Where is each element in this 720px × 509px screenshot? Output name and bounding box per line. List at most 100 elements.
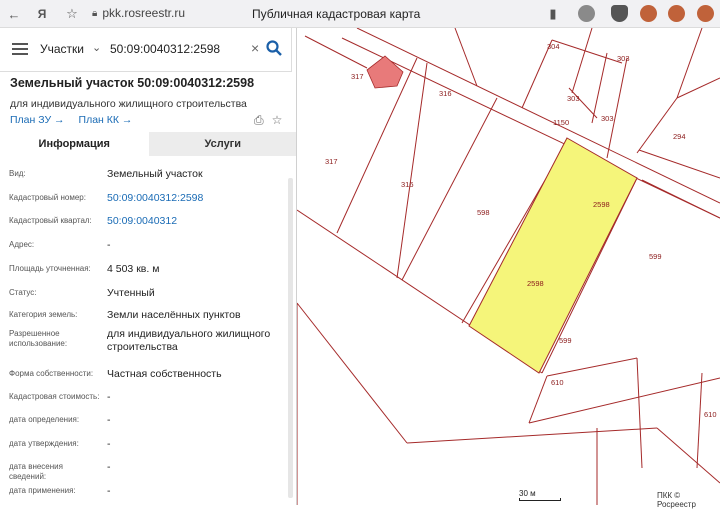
info-label: Адрес:	[9, 240, 35, 249]
info-label: Статус:	[9, 288, 37, 297]
parcel-label: 316	[439, 89, 452, 98]
info-value: для индивидуального жилищного строительс…	[107, 328, 271, 353]
scrollbar[interactable]	[288, 178, 293, 498]
info-value: Частная собственность	[107, 368, 222, 380]
scale-bar	[519, 498, 561, 501]
info-row: Категория земель: Земли населённых пункт…	[0, 304, 288, 324]
browser-toolbar: ← Я ☆ 🔒︎ pkk.rosreestr.ru Публичная када…	[0, 0, 720, 28]
page-title: Публичная кадастровая карта	[252, 7, 421, 21]
star-icon[interactable]: ☆	[272, 113, 283, 128]
info-label: Площадь уточненная:	[9, 264, 91, 273]
back-arrow-icon[interactable]: ←	[6, 6, 22, 22]
star-icon[interactable]: ☆	[64, 6, 80, 22]
parcel-purpose: для индивидуального жилищного строительс…	[10, 98, 247, 110]
parcel-label: 317	[351, 72, 364, 81]
parcel-label: 599	[559, 336, 572, 345]
info-row: Кадастровый квартал: 50:09:0040312	[0, 209, 288, 233]
copyright: ПКК © Росреестр	[657, 491, 696, 509]
url-text: pkk.rosreestr.ru	[102, 6, 186, 20]
cadastral-number-link[interactable]: 50:09:0040312:2598	[107, 192, 285, 205]
info-list: Вид: Земельный участок Кадастровый номер…	[0, 162, 288, 503]
cadastral-map[interactable]: 304 303 317 316 303 1150 303 294 317 316…	[297, 28, 720, 509]
info-value: 4 503 кв. м	[107, 263, 160, 275]
search-icon[interactable]	[265, 39, 283, 57]
parcel-label: 304	[547, 42, 560, 51]
print-icon[interactable]: ⎙	[254, 113, 264, 128]
tabs: Информация Услуги	[0, 132, 296, 156]
info-row: Вид: Земельный участок	[0, 162, 288, 186]
info-value: -	[107, 414, 111, 426]
scale-label: 30 м	[519, 489, 536, 498]
info-value: -	[107, 438, 111, 450]
parcel-label: 598	[477, 208, 490, 217]
info-label: дата утверждения:	[9, 439, 79, 448]
info-value: -	[107, 391, 111, 403]
info-label: дата применения:	[9, 486, 76, 495]
info-label: Вид:	[9, 169, 26, 178]
lock-icon: 🔒︎	[92, 7, 98, 19]
plan-kk-link[interactable]: План КК →	[79, 114, 133, 126]
parcel-label: 599	[649, 252, 662, 261]
info-label: дата определения:	[9, 415, 80, 424]
parcel-label: 317	[325, 157, 338, 166]
search-input[interactable]: 50:09:0040312:2598	[110, 42, 220, 56]
extension-icon[interactable]	[640, 5, 657, 22]
info-row: Разрешенное использование: для индивидуа…	[0, 324, 288, 362]
parcel-boundaries	[297, 28, 720, 505]
parcel-actions: ⎙ ☆	[254, 113, 282, 128]
info-label: Категория земель:	[9, 310, 78, 319]
tab-info[interactable]: Информация	[0, 132, 149, 156]
info-row: дата определения: -	[0, 408, 288, 432]
parcel-label: 316	[401, 180, 414, 189]
info-row: Форма собственности: Частная собственнос…	[0, 362, 288, 385]
info-row: Статус: Учтенный	[0, 281, 288, 304]
chevron-down-icon[interactable]: ⌄	[92, 41, 101, 54]
selected-parcel[interactable]	[468, 137, 638, 374]
parcel-label: 303	[567, 94, 580, 103]
info-row: Кадастровая стоимость: -	[0, 385, 288, 408]
info-value: Земельный участок	[107, 168, 203, 180]
info-row: дата применения: -	[0, 479, 288, 503]
object-type-select[interactable]: Участки	[40, 42, 84, 56]
info-row: дата утверждения: -	[0, 432, 288, 455]
parcel-label: 610	[704, 410, 717, 419]
info-label: Форма собственности:	[9, 369, 94, 378]
address-bar[interactable]: 🔒︎ pkk.rosreestr.ru	[92, 6, 185, 20]
info-row: Площадь уточненная: 4 503 кв. м	[0, 257, 288, 281]
parcel-label: 303	[617, 54, 630, 63]
parcel-label: 1150	[553, 118, 570, 127]
info-label: Кадастровая стоимость:	[9, 392, 100, 401]
extension-icon[interactable]	[668, 5, 685, 22]
shield-icon[interactable]	[611, 5, 628, 22]
search-bar: Участки ⌄ 50:09:0040312:2598 ×	[0, 28, 291, 72]
plan-zu-link[interactable]: План ЗУ →	[10, 114, 65, 126]
info-value: -	[107, 461, 111, 473]
info-label: Разрешенное использование:	[9, 329, 68, 348]
bookmark-icon[interactable]: ▮	[545, 6, 561, 22]
parcel-label: 610	[551, 378, 564, 387]
building-icon	[366, 55, 404, 89]
parcel-title: Земельный участок 50:09:0040312:2598	[10, 76, 255, 90]
extension-icon[interactable]	[697, 5, 714, 22]
parcel-label: 2598	[527, 279, 544, 288]
yandex-logo-icon[interactable]: Я	[34, 6, 50, 22]
info-label: Кадастровый номер:	[9, 193, 86, 202]
menu-icon[interactable]	[12, 43, 28, 55]
parcel-label: 303	[601, 114, 614, 123]
plan-links: План ЗУ → План КК →	[10, 114, 132, 126]
close-icon[interactable]: ×	[251, 40, 259, 56]
info-row: Кадастровый номер: 50:09:0040312:2598	[0, 186, 288, 209]
info-row: Адрес: -	[0, 233, 288, 257]
info-label: Кадастровый квартал:	[9, 216, 92, 225]
parcel-label: 2598	[593, 200, 610, 209]
parcel-label: 294	[673, 132, 686, 141]
info-panel: Участки ⌄ 50:09:0040312:2598 × ‹ Земельн…	[0, 28, 297, 505]
cadastral-quarter-link[interactable]: 50:09:0040312	[107, 215, 285, 228]
info-value: Учтенный	[107, 287, 155, 299]
tab-services[interactable]: Услуги	[148, 132, 296, 156]
info-row: дата внесения сведений: -	[0, 455, 288, 481]
info-value: -	[107, 485, 111, 497]
info-value: Земли населённых пунктов	[107, 309, 241, 321]
info-value: -	[107, 239, 111, 251]
extension-icon[interactable]	[578, 5, 595, 22]
